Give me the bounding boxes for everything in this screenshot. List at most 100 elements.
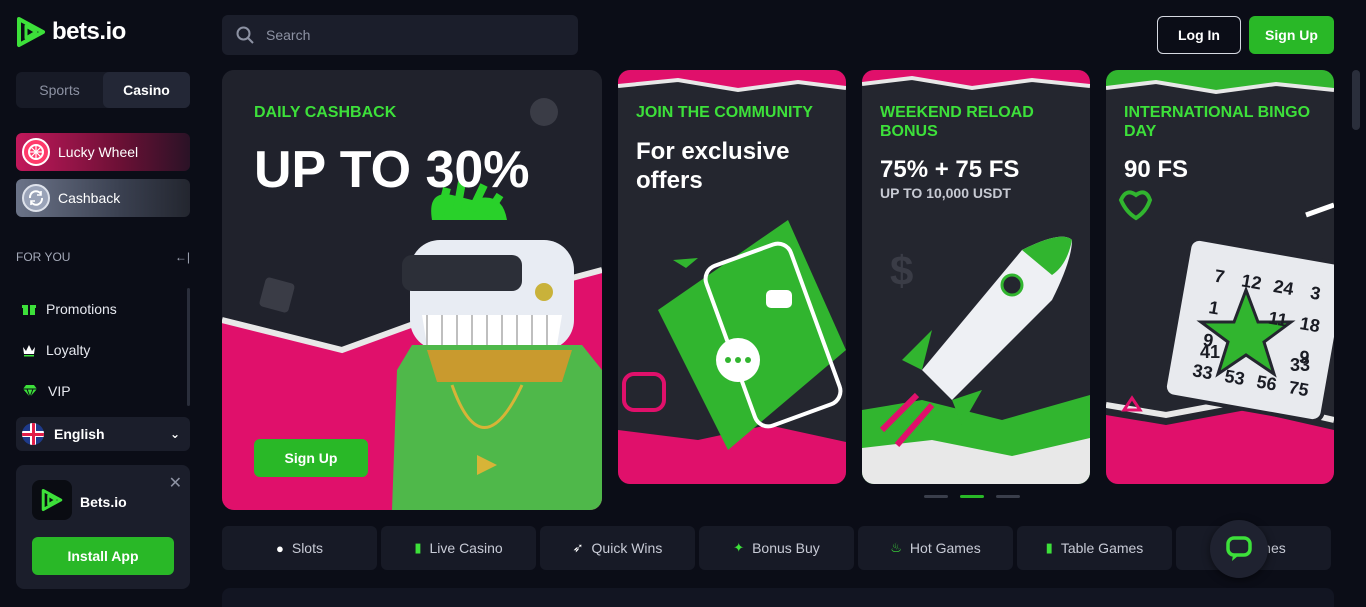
category-slots[interactable]: ● Slots xyxy=(222,526,377,570)
banner-tag: DAILY CASHBACK xyxy=(254,104,397,121)
bingo-number: 1 xyxy=(1207,297,1221,319)
category-label: Hot Games xyxy=(909,540,981,556)
category-label: Slots xyxy=(291,540,323,556)
section-title: FOR YOU xyxy=(16,250,71,264)
search-input[interactable]: Search xyxy=(222,15,578,55)
banner-community[interactable]: JOIN THE COMMUNITY For exclusive offers xyxy=(618,70,846,484)
cashback-button[interactable]: Cashback xyxy=(16,179,190,217)
banner-headline-line1: For exclusive xyxy=(636,138,790,165)
sidebar-item-loyalty[interactable]: Loyalty xyxy=(16,329,190,370)
sidebar-item-label: VIP xyxy=(48,382,71,399)
bingo-number: 41 xyxy=(1200,342,1221,362)
bingo-number: 7 xyxy=(1212,265,1227,287)
tab-sports[interactable]: Sports xyxy=(16,72,103,108)
bingo-number: 53 xyxy=(1223,366,1247,390)
bonus-icon: ✦ xyxy=(733,540,745,555)
category-label: Table Games xyxy=(1060,540,1144,556)
card-icon: ▮ xyxy=(1045,540,1053,555)
login-button[interactable]: Log In xyxy=(1157,16,1241,54)
carousel-dot[interactable] xyxy=(996,495,1020,498)
banner-headline: UP TO 30% xyxy=(254,141,530,199)
chat-icon xyxy=(1226,536,1252,561)
category-live-casino[interactable]: ▮ Live Casino xyxy=(381,526,536,570)
bingo-number: 18 xyxy=(1298,313,1322,337)
sidebar-item-label: Promotions xyxy=(46,300,117,317)
sidebar-item-promotions[interactable]: Promotions xyxy=(16,288,190,329)
rocket-icon: ➶ xyxy=(572,540,584,555)
bingo-number: 12 xyxy=(1239,270,1264,294)
brand-name: bets.io xyxy=(52,18,126,45)
sidebar-item-label: Loyalty xyxy=(46,341,91,358)
gift-icon xyxy=(22,304,36,315)
category-table-games[interactable]: ▮ Table Games xyxy=(1017,526,1172,570)
cherry-icon: ● xyxy=(276,540,284,556)
app-name: Bets.io xyxy=(80,494,127,510)
language-select[interactable]: English ⌄ xyxy=(16,417,190,451)
logo-icon xyxy=(17,17,45,47)
uk-flag-icon xyxy=(22,423,44,445)
banner-signup-button[interactable]: Sign Up xyxy=(254,439,368,477)
card-icon: ▮ xyxy=(414,540,422,555)
diamond-icon xyxy=(23,384,37,398)
bingo-number: 24 xyxy=(1271,275,1296,299)
crown-icon xyxy=(23,344,35,356)
category-label: Quick Wins xyxy=(591,540,663,556)
banner-tag-line2: DAY xyxy=(1124,123,1157,140)
live-chat-button[interactable] xyxy=(1210,520,1268,578)
category-label: Live Casino xyxy=(429,540,503,556)
lucky-wheel-button[interactable]: Lucky Wheel xyxy=(16,133,190,171)
collapse-sidebar-icon[interactable]: ←| xyxy=(175,250,190,264)
lucky-wheel-label: Lucky Wheel xyxy=(58,144,139,160)
banner-bingo-day[interactable]: 7 12 24 3 1 11 18 9 9 33 53 56 75 41 33 … xyxy=(1106,70,1334,484)
banner-headline: 75% + 75 FS xyxy=(880,156,1020,183)
page: bets.io Sports Casino Lucky Wheel Cashba… xyxy=(0,0,1366,607)
chevron-down-icon: ⌄ xyxy=(169,427,180,441)
banner-headline: 90 FS xyxy=(1124,156,1189,183)
bingo-number: 33 xyxy=(1290,355,1311,375)
bingo-number: 11 xyxy=(1266,307,1290,331)
category-hot-games[interactable]: ♨ Hot Games xyxy=(858,526,1013,570)
category-bonus-buy[interactable]: ✦ Bonus Buy xyxy=(699,526,854,570)
carousel-indicators xyxy=(924,495,1020,498)
close-icon[interactable]: ✕ xyxy=(169,473,182,493)
bingo-number: 3 xyxy=(1308,282,1323,304)
flame-icon: ♨ xyxy=(890,540,902,555)
sidebar: bets.io Sports Casino Lucky Wheel Cashba… xyxy=(0,0,206,607)
banner-headline-line2: offers xyxy=(636,167,703,194)
bingo-number: 56 xyxy=(1255,371,1279,395)
bingo-card: 7 12 24 3 1 11 18 9 9 33 53 56 75 xyxy=(1184,258,1334,409)
sports-casino-switch: Sports Casino xyxy=(16,72,190,108)
svg-text:$: $ xyxy=(890,247,913,294)
page-scrollbar[interactable] xyxy=(1352,70,1360,130)
banner-daily-cashback[interactable]: DAILY CASHBACK UP TO 30% Sign Up xyxy=(222,70,602,510)
banner-tag-line1: WEEKEND RELOAD xyxy=(880,104,1034,121)
banner-subtext: UP TO 10,000 USDT xyxy=(880,185,1011,201)
category-quick-wins[interactable]: ➶ Quick Wins xyxy=(540,526,695,570)
logo[interactable]: bets.io xyxy=(16,16,126,48)
tab-casino[interactable]: Casino xyxy=(103,72,190,108)
banner-weekend-reload[interactable]: $ WEEKEND RELOAD BONUS 75% + 75 FS UP TO… xyxy=(862,70,1090,484)
carousel-dot-active[interactable] xyxy=(960,495,984,498)
for-you-header: FOR YOU ←| xyxy=(16,250,190,264)
app-logo-icon xyxy=(32,480,72,520)
cashback-label: Cashback xyxy=(58,190,121,206)
bingo-number: 33 xyxy=(1191,360,1215,384)
sidebar-scrollbar[interactable] xyxy=(187,288,190,406)
install-app-card: Bets.io ✕ Install App xyxy=(16,465,190,589)
banner-tag-line2: BONUS xyxy=(880,123,938,140)
signup-button[interactable]: Sign Up xyxy=(1249,16,1334,54)
cashback-icon xyxy=(22,184,50,212)
sidebar-nav: Promotions Loyalty VIP xyxy=(16,288,190,411)
search-icon xyxy=(236,26,254,44)
bingo-number: 75 xyxy=(1287,377,1311,401)
banner-tag: JOIN THE COMMUNITY xyxy=(636,104,813,121)
banner-artwork xyxy=(618,70,846,484)
wheel-icon xyxy=(22,138,50,166)
install-app-button[interactable]: Install App xyxy=(32,537,174,575)
search-placeholder: Search xyxy=(266,27,311,43)
category-bar: ● Slots ▮ Live Casino ➶ Quick Wins ✦ Bonus B… xyxy=(222,526,1334,570)
category-label: Bonus Buy xyxy=(752,540,820,556)
language-label: English xyxy=(54,426,105,442)
sidebar-item-vip[interactable]: VIP xyxy=(16,370,190,411)
carousel-dot[interactable] xyxy=(924,495,948,498)
